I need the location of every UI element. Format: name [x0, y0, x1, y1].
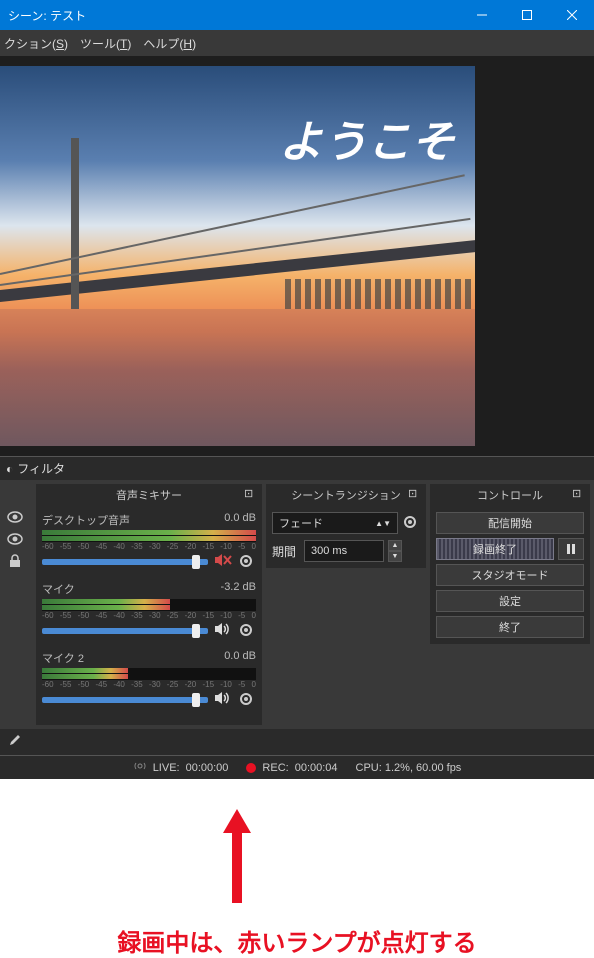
menubar: クション(S) ツール(T) ヘルプ(H) — [0, 30, 594, 56]
duration-label: 期間 — [272, 543, 300, 560]
track-name: デスクトップ音声 — [42, 512, 130, 528]
gear-icon[interactable] — [402, 514, 420, 532]
chevron-updown-icon: ▲▼ — [375, 519, 391, 528]
menu-action[interactable]: クション(S) — [4, 35, 68, 52]
controls-title: コントロール ⊡ — [430, 484, 590, 506]
rec-label: REC: — [262, 762, 288, 774]
studio-mode-button[interactable]: スタジオモード — [436, 564, 584, 586]
status-bar: LIVE: 00:00:00 REC: 00:00:04 CPU: 1.2%, … — [0, 755, 594, 779]
mixer-track-mic2: マイク 2 0.0 dB -60-55-50-45-40-35-30-25-20-… — [42, 650, 256, 709]
volume-slider[interactable] — [42, 559, 208, 565]
titlebar: シーン: テスト — [0, 0, 594, 30]
filter-icon: ◐ — [6, 462, 13, 476]
meter-ticks: -60-55-50-45-40-35-30-25-20-15-10-50 — [42, 680, 256, 689]
cpu-status: CPU: 1.2%, 60.00 fps — [356, 762, 462, 774]
arrow-up-icon — [223, 809, 251, 833]
menu-help[interactable]: ヘルプ(H) — [143, 35, 196, 52]
eye-icon[interactable] — [4, 530, 26, 548]
gear-icon[interactable] — [238, 691, 256, 709]
controls-panel: コントロール ⊡ 配信開始 録画終了 スタジオモード 設定 終了 — [430, 484, 590, 644]
pause-button[interactable] — [558, 538, 584, 560]
overlay-text: ようこそ — [279, 106, 455, 170]
speaker-icon[interactable] — [214, 691, 232, 709]
annotation-text: 録画中は、赤いランプが点灯する — [0, 923, 594, 958]
track-name: マイク — [42, 581, 75, 597]
lock-icon[interactable] — [4, 552, 26, 570]
duration-input[interactable]: 300 ms — [304, 540, 384, 562]
rec-time: 00:00:04 — [295, 762, 338, 774]
live-indicator-icon — [133, 761, 147, 774]
maximize-button[interactable] — [504, 0, 549, 30]
eye-icon[interactable] — [4, 508, 26, 526]
vu-meter — [42, 668, 256, 680]
mixer-track-mic: マイク -3.2 dB -60-55-50-45-40-35-30-25-20-1… — [42, 581, 256, 640]
mixer-track-desktop: デスクトップ音声 0.0 dB -60-55-50-45-40-35-30-25-… — [42, 512, 256, 571]
audio-mixer-panel: 音声ミキサー ⊡ デスクトップ音声 0.0 dB -60-55-50-45-40-… — [36, 484, 262, 725]
sources-icons — [4, 484, 32, 570]
live-time: 00:00:00 — [186, 762, 229, 774]
track-db: 0.0 dB — [224, 650, 256, 666]
speaker-icon[interactable] — [214, 622, 232, 640]
vu-meter — [42, 599, 256, 611]
exit-button[interactable]: 終了 — [436, 616, 584, 638]
preview-canvas: ようこそ — [0, 66, 475, 446]
meter-ticks: -60-55-50-45-40-35-30-25-20-15-10-50 — [42, 542, 256, 551]
mixer-title: 音声ミキサー ⊡ — [36, 484, 262, 506]
docks: 音声ミキサー ⊡ デスクトップ音声 0.0 dB -60-55-50-45-40-… — [0, 480, 594, 729]
track-name: マイク 2 — [42, 650, 84, 666]
close-button[interactable] — [549, 0, 594, 30]
filter-bar: ◐ フィルタ — [0, 456, 594, 480]
duration-spinner[interactable]: ▲▼ — [388, 540, 402, 562]
pin-icon[interactable]: ⊡ — [244, 487, 258, 501]
preview-area[interactable]: ようこそ — [0, 56, 594, 456]
start-stream-button[interactable]: 配信開始 — [436, 512, 584, 534]
app-window: シーン: テスト クション(S) ツール(T) ヘルプ(H) ようこそ ◐ フィ… — [0, 0, 594, 779]
pin-icon[interactable]: ⊡ — [408, 487, 422, 501]
vu-meter — [42, 530, 256, 542]
track-db: -3.2 dB — [221, 581, 256, 597]
transitions-title: シーントランジション ⊡ — [266, 484, 426, 506]
volume-slider[interactable] — [42, 628, 208, 634]
gear-icon[interactable] — [238, 622, 256, 640]
bottom-toolbar — [0, 729, 594, 755]
annotation: 録画中は、赤いランプが点灯する — [0, 809, 594, 958]
volume-slider[interactable] — [42, 697, 208, 703]
pin-icon[interactable]: ⊡ — [572, 487, 586, 501]
live-label: LIVE: — [153, 762, 180, 774]
track-db: 0.0 dB — [224, 512, 256, 528]
stop-record-button[interactable]: 録画終了 — [436, 538, 554, 560]
gear-icon[interactable] — [238, 553, 256, 571]
meter-ticks: -60-55-50-45-40-35-30-25-20-15-10-50 — [42, 611, 256, 620]
pencil-icon[interactable] — [8, 733, 26, 751]
window-title: シーン: テスト — [8, 7, 459, 24]
menu-tools[interactable]: ツール(T) — [80, 35, 131, 52]
transitions-panel: シーントランジション ⊡ フェード ▲▼ 期間 300 ms ▲▼ — [266, 484, 426, 568]
speaker-muted-icon[interactable] — [214, 553, 232, 571]
settings-button[interactable]: 設定 — [436, 590, 584, 612]
minimize-button[interactable] — [459, 0, 504, 30]
filter-tab[interactable]: フィルタ — [17, 460, 65, 477]
rec-indicator-icon — [246, 763, 256, 773]
transition-select[interactable]: フェード ▲▼ — [272, 512, 398, 534]
